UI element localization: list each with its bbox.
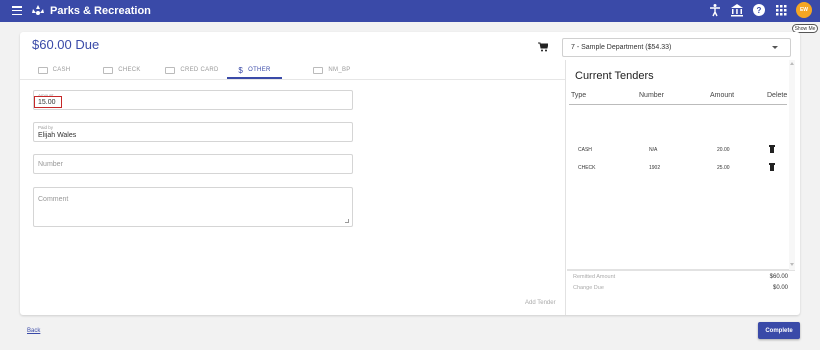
amount-highlight: 15.00 (34, 96, 62, 108)
tab-label: CRED CARD (180, 67, 219, 73)
cart-icon (538, 42, 548, 52)
check-icon (103, 66, 114, 74)
amount-value: 15.00 (38, 99, 56, 106)
resize-handle-icon[interactable] (345, 219, 349, 223)
number-placeholder: Number (38, 161, 63, 168)
row-number: N/A (649, 147, 658, 153)
scroll-down-icon[interactable] (790, 263, 794, 266)
app-title: Parks & Recreation (50, 5, 151, 17)
row-amount: 20.00 (717, 147, 730, 153)
delete-icon[interactable] (769, 145, 775, 153)
header-delete: Delete (767, 92, 788, 99)
accessibility-icon[interactable] (708, 3, 722, 17)
remitted-value: $60.00 (769, 274, 788, 280)
delete-icon[interactable] (769, 163, 775, 171)
tender-tabs: CASH CHECK CRED CARD $ OTHER NM_BP (20, 60, 565, 80)
parks-logo-icon (32, 5, 44, 15)
help-icon[interactable]: ? (752, 3, 766, 17)
tenders-scrollbar[interactable] (789, 60, 795, 270)
tab-label: OTHER (248, 67, 271, 73)
paid-by-value: Elijah Wales (38, 132, 77, 139)
remitted-label: Remitted Amount (573, 274, 616, 280)
tab-label: NM_BP (328, 67, 351, 73)
row-number: 1902 (649, 165, 661, 171)
row-type: CASH (578, 147, 592, 153)
tab-label: CHECK (118, 67, 141, 73)
table-row: CHECK 1902 25.00 (567, 161, 792, 175)
apps-grid-icon[interactable] (774, 3, 788, 17)
panel-divider (565, 60, 566, 315)
paid-by-label: Paid by (38, 125, 54, 130)
active-tab-indicator (227, 77, 282, 79)
menu-icon[interactable] (12, 6, 22, 15)
add-tender-button[interactable]: Add Tender (525, 300, 556, 306)
header-divider (569, 104, 787, 105)
row-type: CHECK (578, 165, 596, 171)
card-icon (313, 66, 324, 74)
comment-field[interactable]: Comment (33, 187, 353, 227)
department-select[interactable]: 7 - Sample Department ($54.33) (562, 38, 791, 57)
complete-button[interactable]: Complete (758, 322, 800, 339)
header-type: Type (571, 92, 587, 99)
number-field[interactable]: Number (33, 154, 353, 174)
avatar[interactable]: EW (796, 2, 812, 18)
payment-card: $60.00 Due 7 - Sample Department ($54.33… (20, 32, 800, 315)
department-select-value: 7 - Sample Department ($54.33) (571, 44, 672, 51)
change-label: Change Due (573, 285, 604, 291)
amount-field[interactable]: Amount 15.00 (33, 90, 353, 110)
scroll-up-icon[interactable] (790, 62, 794, 65)
bank-icon[interactable] (730, 3, 744, 17)
tab-nm-bp[interactable]: NM_BP (302, 60, 362, 80)
table-row: CASH N/A 20.00 (567, 143, 792, 157)
chevron-down-icon (772, 46, 778, 49)
header-number: Number (639, 92, 664, 99)
change-value: $0.00 (772, 285, 788, 291)
dollar-icon: $ (238, 65, 244, 75)
paid-by-field[interactable]: Paid by Elijah Wales (33, 122, 353, 142)
tab-check[interactable]: CHECK (88, 60, 156, 80)
tab-label: CASH (52, 67, 71, 73)
svg-text:?: ? (757, 6, 762, 15)
tab-cred-card[interactable]: CRED CARD (156, 60, 228, 80)
amount-due-title: $60.00 Due (32, 37, 100, 52)
row-amount: 25.00 (717, 165, 730, 171)
top-app-bar: Parks & Recreation ? EW (0, 0, 820, 22)
tab-cash[interactable]: CASH (20, 60, 88, 80)
tenders-title: Current Tenders (575, 70, 654, 82)
summary-divider (567, 270, 795, 271)
current-tenders-panel: Current Tenders Type Number Amount Delet… (567, 60, 800, 315)
cash-icon (37, 66, 48, 74)
credit-card-icon (165, 66, 176, 74)
comment-placeholder: Comment (38, 196, 69, 203)
header-amount: Amount (710, 92, 735, 99)
back-link[interactable]: Back (27, 328, 40, 334)
